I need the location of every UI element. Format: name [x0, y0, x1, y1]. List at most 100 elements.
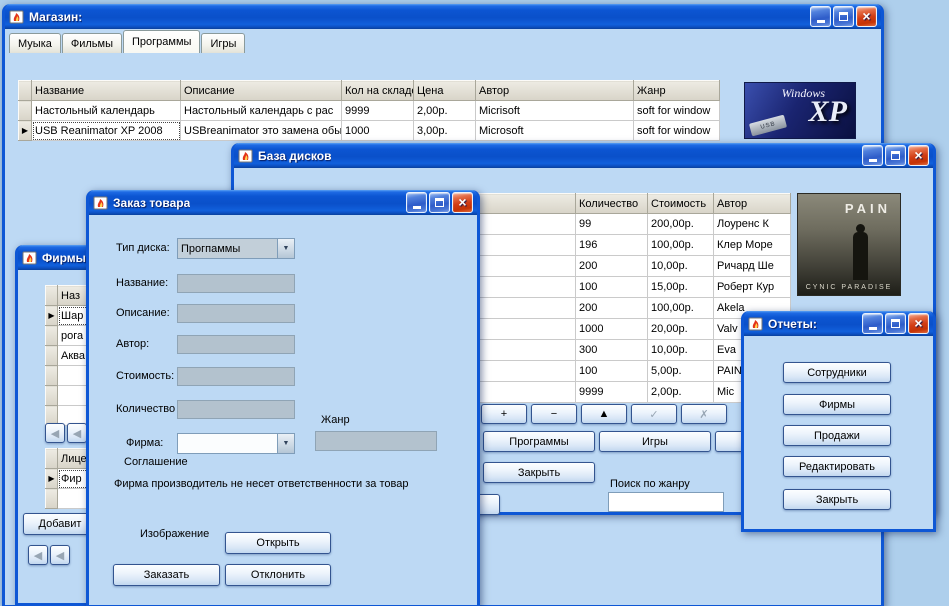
maximize-button[interactable]	[429, 192, 450, 213]
agreement-text: Фирма производитель не несет ответственн…	[114, 478, 408, 490]
maximize-button[interactable]	[885, 145, 906, 166]
edit-report-button[interactable]: Редактировать	[783, 456, 891, 477]
shop-titlebar[interactable]: Магазин: ×	[5, 4, 881, 29]
genre-search-input[interactable]	[608, 492, 724, 512]
cell[interactable]: Microsoft	[476, 121, 634, 141]
cell[interactable]: 3,00р.	[414, 121, 476, 141]
indicator-column-header	[19, 81, 32, 101]
cell[interactable]: 5,00р.	[648, 361, 714, 382]
cell[interactable]: 10,00р.	[648, 256, 714, 277]
tab-games[interactable]: Игры	[201, 33, 245, 53]
order-window-title: Заказ товара	[113, 196, 190, 210]
maximize-button[interactable]	[833, 6, 854, 27]
minimize-button[interactable]	[810, 6, 831, 27]
minimize-icon	[869, 327, 877, 330]
cell[interactable]: 200,00р.	[648, 214, 714, 235]
cell[interactable]: Лоуренс К	[714, 214, 791, 235]
cell[interactable]: soft for window	[634, 101, 720, 121]
cell[interactable]: 100,00р.	[648, 298, 714, 319]
cell[interactable]: 99	[576, 214, 648, 235]
table-row-selected[interactable]: ▶ USB Reanimator XP 2008 USBreanimator э…	[19, 121, 720, 141]
maximize-button[interactable]	[885, 313, 906, 334]
programs-button[interactable]: Программы	[483, 431, 595, 452]
minimize-button[interactable]	[862, 313, 883, 334]
nav-edit-button[interactable]: ▲	[581, 404, 627, 424]
sales-report-button[interactable]: Продажи	[783, 425, 891, 446]
employees-report-button[interactable]: Сотрудники	[783, 362, 891, 383]
cell[interactable]: 9999	[576, 382, 648, 403]
reports-titlebar[interactable]: Отчеты: ×	[744, 311, 933, 336]
nav-first-button[interactable]: ◀	[45, 423, 65, 443]
order-titlebar[interactable]: Заказ товара ×	[89, 190, 477, 215]
table-row[interactable]: Настольный календарь Настольный календар…	[19, 101, 720, 121]
disks-titlebar[interactable]: База дисков ×	[234, 143, 933, 168]
close-button[interactable]: ×	[452, 192, 473, 213]
disk-type-combobox[interactable]: Прогпаммы ▼	[177, 238, 295, 259]
column-header: Жанр	[634, 81, 720, 101]
author-label: Автор:	[116, 338, 149, 350]
cell[interactable]: 200	[576, 298, 648, 319]
cell[interactable]: 10,00р.	[648, 340, 714, 361]
chevron-down-icon[interactable]: ▼	[277, 434, 294, 453]
tab-music[interactable]: Муыка	[9, 33, 61, 53]
edit-arrow-icon: ▲	[599, 408, 610, 420]
open-image-button[interactable]: Открыть	[225, 532, 331, 554]
category-tabs: Муыка Фильмы Программы Игры	[9, 30, 245, 53]
cell[interactable]: 100,00р.	[648, 235, 714, 256]
close-button[interactable]: ×	[908, 145, 929, 166]
nav-insert-button[interactable]: +	[481, 404, 527, 424]
xp-logo-image: Windows XP USB	[744, 82, 856, 139]
nav-prior-button[interactable]: ◀	[50, 545, 70, 565]
cell[interactable]: USBreanimator это замена обы	[181, 121, 342, 141]
close-reports-button[interactable]: Закрыть	[783, 489, 891, 510]
cell[interactable]: 100	[576, 277, 648, 298]
games-button[interactable]: Игры	[599, 431, 711, 452]
minimize-button[interactable]	[406, 192, 427, 213]
cell[interactable]: 100	[576, 361, 648, 382]
tab-programs[interactable]: Программы	[123, 30, 200, 53]
cell[interactable]: Ричард Ше	[714, 256, 791, 277]
firm-combobox[interactable]: ▼	[177, 433, 295, 454]
minimize-button[interactable]	[862, 145, 883, 166]
cell[interactable]: 1000	[342, 121, 414, 141]
minimize-icon	[817, 20, 825, 23]
cell[interactable]: Клер Море	[714, 235, 791, 256]
cell[interactable]: Роберт Кур	[714, 277, 791, 298]
decline-button[interactable]: Отклонить	[225, 564, 331, 586]
order-button[interactable]: Заказать	[113, 564, 220, 586]
tab-films[interactable]: Фильмы	[62, 33, 122, 53]
usb-drive-image: USB	[749, 115, 787, 137]
chevron-down-icon[interactable]: ▼	[277, 239, 294, 258]
cancel-icon: ✗	[699, 408, 708, 421]
nav-prior-button[interactable]: ◀	[67, 423, 87, 443]
cell[interactable]: USB Reanimator XP 2008	[32, 121, 181, 141]
close-button[interactable]: ×	[908, 313, 929, 334]
cell[interactable]: Настольный календарь	[32, 101, 181, 121]
cell[interactable]: 15,00р.	[648, 277, 714, 298]
nav-cancel-button: ✗	[681, 404, 727, 424]
close-icon: ×	[862, 7, 870, 26]
cell[interactable]: 20,00р.	[648, 319, 714, 340]
row-indicator-cell	[19, 101, 32, 121]
desktop: Магазин: × Муыка Фильмы Программы Игры Н…	[0, 0, 949, 606]
nav-delete-button[interactable]: −	[531, 404, 577, 424]
cell[interactable]: 2,00р.	[414, 101, 476, 121]
cell[interactable]: 1000	[576, 319, 648, 340]
nav-first-button[interactable]: ◀	[28, 545, 48, 565]
cell[interactable]: 300	[576, 340, 648, 361]
cell[interactable]: 2,00р.	[648, 382, 714, 403]
cell[interactable]: 200	[576, 256, 648, 277]
cell[interactable]: 9999	[342, 101, 414, 121]
close-icon: ×	[458, 193, 466, 212]
genre-field	[315, 431, 437, 451]
firms-report-button[interactable]: Фирмы	[783, 394, 891, 415]
cell[interactable]: 196	[576, 235, 648, 256]
close-button[interactable]: ×	[856, 6, 877, 27]
cell[interactable]: soft for window	[634, 121, 720, 141]
cell[interactable]: Micrisoft	[476, 101, 634, 121]
titlebar-buttons: ×	[406, 192, 473, 213]
close-disks-button[interactable]: Закрыть	[483, 462, 595, 483]
cell[interactable]: Настольный календарь с рас	[181, 101, 342, 121]
arrow-left-icon: ◀	[51, 427, 59, 440]
row-indicator-icon: ▶	[22, 126, 28, 135]
